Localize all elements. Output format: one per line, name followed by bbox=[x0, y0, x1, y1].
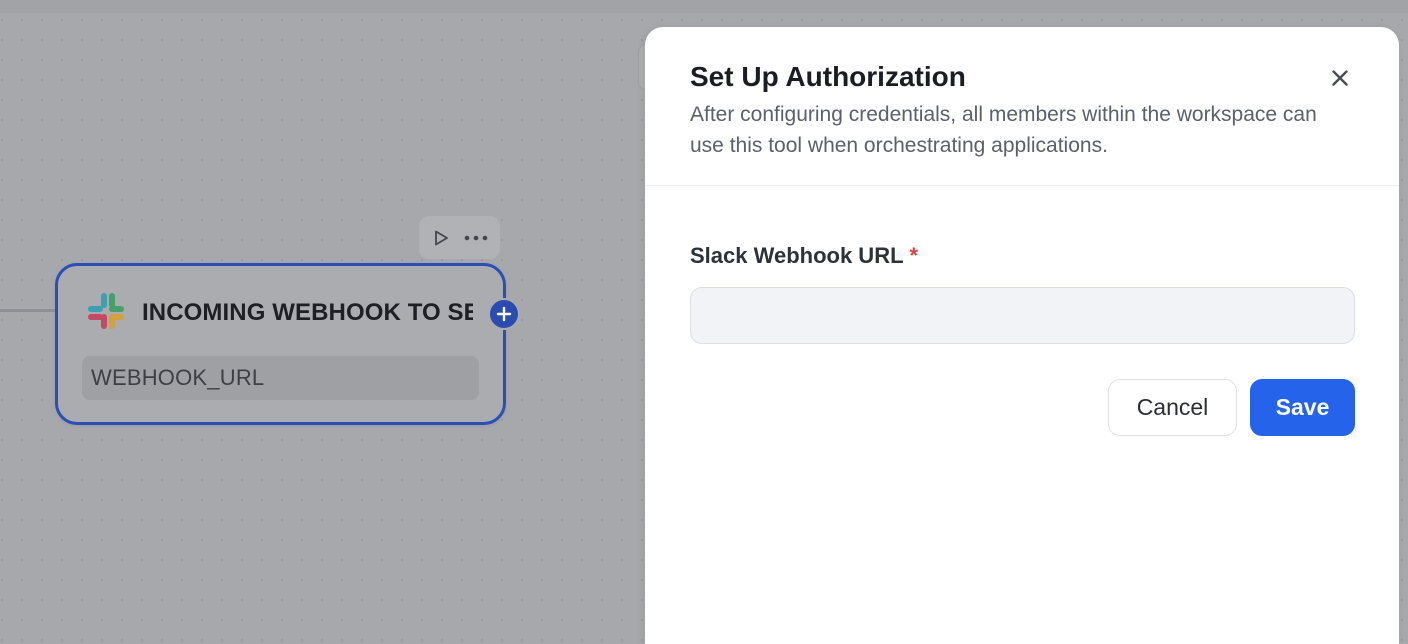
field-label-text: Slack Webhook URL bbox=[690, 243, 904, 268]
incoming-edge bbox=[0, 309, 56, 312]
node-variable-field: WEBHOOK_URL bbox=[82, 356, 479, 400]
node-title: INCOMING WEBHOOK TO SE bbox=[142, 299, 473, 326]
modal-title: Set Up Authorization bbox=[690, 61, 966, 92]
webhook-url-input[interactable] bbox=[690, 287, 1355, 344]
webhook-url-label: Slack Webhook URL * bbox=[690, 243, 918, 269]
plus-icon bbox=[496, 306, 512, 322]
save-button[interactable]: Save bbox=[1250, 379, 1355, 436]
node-header: INCOMING WEBHOOK TO SE bbox=[84, 291, 473, 335]
canvas-top-bar bbox=[0, 0, 1408, 13]
add-node-button[interactable] bbox=[488, 298, 520, 330]
cancel-button[interactable]: Cancel bbox=[1108, 379, 1237, 436]
node-toolbar bbox=[419, 216, 500, 259]
slack-logo-icon bbox=[84, 291, 128, 335]
close-icon[interactable] bbox=[1328, 66, 1352, 90]
more-horizontal-icon[interactable] bbox=[464, 235, 488, 241]
required-marker: * bbox=[909, 243, 919, 268]
workflow-node[interactable]: INCOMING WEBHOOK TO SE WEBHOOK_URL bbox=[55, 263, 520, 425]
header-divider bbox=[645, 185, 1399, 186]
play-icon[interactable] bbox=[432, 229, 450, 247]
authorization-modal: Set Up Authorization After configuring c… bbox=[645, 27, 1399, 644]
modal-description: After configuring credentials, all membe… bbox=[690, 103, 1317, 157]
